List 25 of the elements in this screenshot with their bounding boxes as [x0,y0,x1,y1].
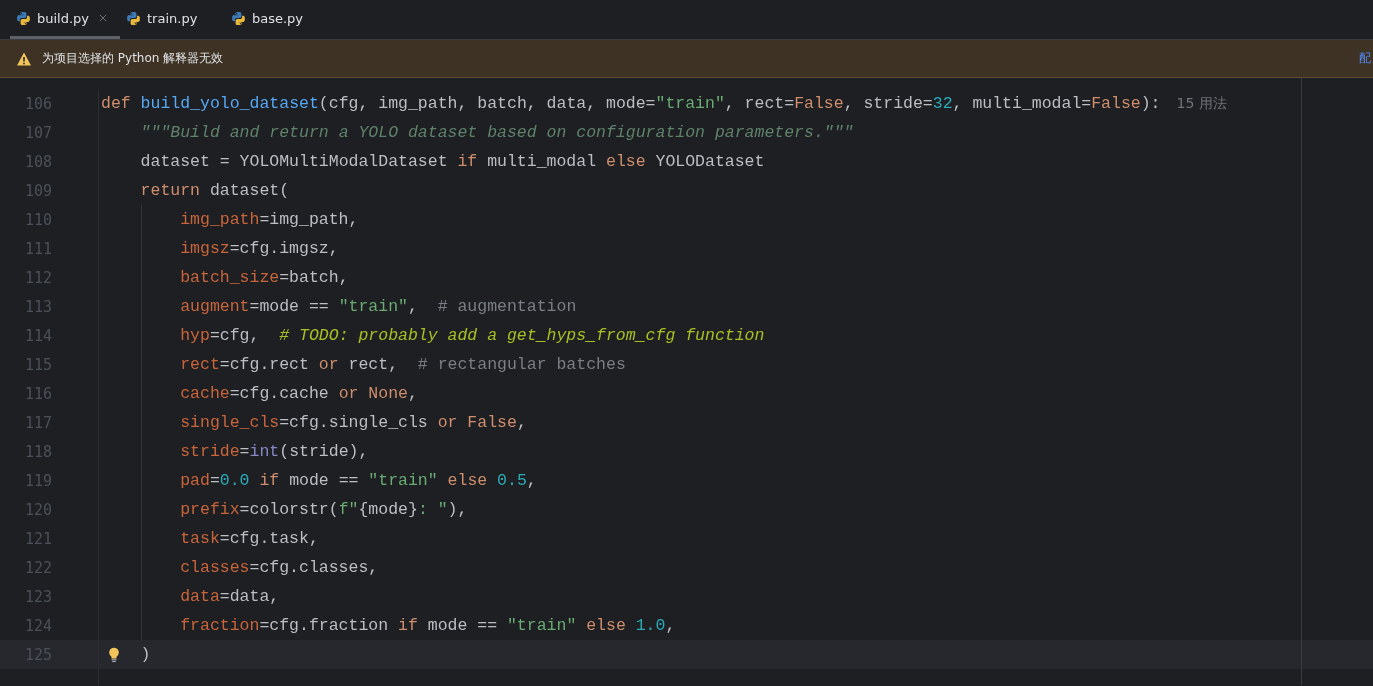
code-line: batch_size=batch, [180,268,349,287]
usages-hint[interactable]: 15 用法 [1176,94,1227,113]
code-line: classes=cfg.classes, [180,558,379,577]
code-line: rect=cfg.rect or rect, # rectangular batches [180,355,626,374]
code-line: stride=int(stride), [180,442,369,461]
code-line: data=data, [180,587,280,606]
code-line: def build_yolo_dataset(cfg, img_path, batch, data, mode="train", rect=False, stride=32, multi_modal=False): [101,94,1161,113]
code-line: pad=0.0 if mode == "train" else 0.5, [180,471,537,490]
code-line: single_cls=cfg.single_cls or False, [180,413,527,432]
code-line: prefix=colorstr(f"{mode}: "), [180,500,468,519]
file-tab[interactable]: train.py [120,0,225,39]
code-line: imgsz=cfg.imgsz, [180,239,339,258]
code-line: """Build and return a YOLO dataset based on configuration parameters.""" [140,123,854,142]
code-line: task=cfg.task, [180,529,319,548]
file-tab[interactable]: base.py [225,0,330,39]
code-line: cache=cfg.cache or None, [180,384,418,403]
code-line: augment=mode == "train", # augmentation [180,297,577,316]
code-line: dataset = YOLOMultiModalDataset if multi_modal else YOLODataset [140,152,765,171]
configure-link[interactable]: 配 [1359,50,1371,67]
code-line: fraction=cfg.fraction if mode == "train" else 1.0, [180,616,676,635]
code-line: hyp=cfg, # TODO: probably add a get_hyps_from_cfg function [180,326,765,345]
code-line: img_path=img_path, [180,210,359,229]
warning-message: 为项目选择的 Python 解释器无效 [42,50,225,67]
code-line: return dataset( [140,181,290,200]
code-line: ) [140,645,151,664]
